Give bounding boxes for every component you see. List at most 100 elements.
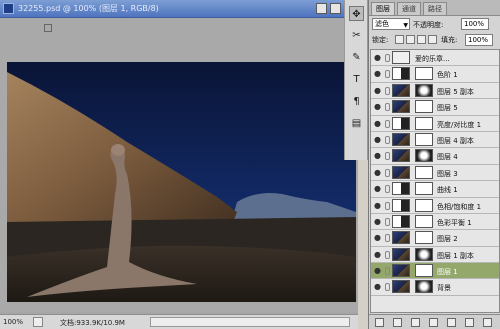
layer-row[interactable]: ● 色相/饱和度 1 [371, 197, 499, 214]
layer-name: 色阶 1 [437, 71, 458, 80]
canvas-area[interactable] [0, 18, 358, 312]
link-layers-icon[interactable] [375, 318, 384, 327]
eye-icon[interactable]: ● [373, 266, 382, 275]
layer-thumbnail[interactable] [392, 132, 410, 146]
type-icon[interactable]: T [349, 72, 364, 87]
layer-row[interactable]: ● 图层 4 [371, 148, 499, 165]
layer-row[interactable]: ● 亮度/对比度 1 [371, 115, 499, 132]
layer-row[interactable]: ● 图层 1 副本 [371, 246, 499, 264]
opacity-input[interactable]: 100% [461, 18, 489, 30]
note-icon[interactable]: ▤ [349, 116, 364, 131]
layer-mask-thumbnail[interactable] [415, 231, 433, 245]
new-group-icon[interactable] [447, 318, 456, 327]
layer-mask-thumbnail[interactable] [415, 280, 433, 294]
delete-layer-icon[interactable] [483, 318, 492, 327]
eye-icon[interactable]: ● [373, 168, 382, 177]
eye-icon[interactable]: ● [373, 217, 382, 226]
eye-icon[interactable]: ● [373, 282, 382, 291]
layer-mask-thumbnail[interactable] [415, 100, 433, 114]
add-mask-icon[interactable] [411, 318, 420, 327]
layer-mask-thumbnail[interactable] [415, 149, 433, 163]
layer-row[interactable]: ● 图层 5 副本 [371, 82, 499, 100]
layer-row[interactable]: ● 图层 5 [371, 99, 499, 116]
lock-transparency-icon[interactable] [395, 35, 404, 44]
layer-thumbnail[interactable] [392, 149, 410, 163]
eye-icon[interactable]: ● [373, 233, 382, 242]
eye-icon[interactable]: ● [373, 135, 382, 144]
brush-icon[interactable]: ✎ [349, 50, 364, 65]
layer-mask-thumbnail[interactable] [415, 83, 433, 97]
layer-thumbnail[interactable] [392, 264, 410, 278]
layer-thumbnail[interactable] [392, 67, 410, 81]
fill-label: 填充: [441, 36, 458, 44]
chain-link-icon [385, 152, 390, 161]
layer-row[interactable]: ● 色彩平衡 1 [371, 213, 499, 231]
scissors-icon[interactable]: ✂ [349, 28, 364, 43]
lock-label: 锁定: [372, 36, 389, 44]
layer-name: 爱的乐章... [415, 55, 450, 63]
layer-row[interactable]: ● 色阶 1 [371, 66, 499, 83]
layer-thumbnail[interactable] [392, 182, 410, 196]
layer-mask-thumbnail[interactable] [415, 67, 433, 81]
lock-row: 锁定: 填充: 100% [369, 34, 500, 48]
photo-canvas[interactable] [7, 62, 356, 302]
layer-thumbnail[interactable] [392, 198, 410, 212]
chain-link-icon [385, 135, 390, 144]
lock-pixels-icon[interactable] [406, 35, 415, 44]
zoom-level[interactable]: 100% [3, 318, 23, 326]
layer-thumbnail[interactable] [392, 231, 410, 245]
eye-icon[interactable]: ● [373, 184, 382, 193]
layer-row[interactable]: ● 图层 4 副本 [371, 131, 499, 149]
path-icon[interactable]: ¶ [349, 94, 364, 109]
eye-icon[interactable]: ● [373, 151, 382, 160]
eye-icon[interactable]: ● [373, 201, 382, 210]
eye-icon[interactable]: ● [373, 53, 382, 62]
layer-row[interactable]: ● 曲线 1 [371, 181, 499, 198]
adjustment-layer-icon[interactable] [429, 318, 438, 327]
blend-mode-select[interactable]: 滤色 ▼ [372, 18, 410, 30]
eye-icon[interactable]: ● [373, 119, 382, 128]
layer-mask-thumbnail[interactable] [415, 116, 433, 130]
layer-thumbnail[interactable] [392, 165, 410, 179]
move-tool-icon[interactable]: ✥ [349, 6, 364, 21]
maximize-button[interactable] [330, 3, 341, 14]
layer-row[interactable]: ● 图层 3 [371, 164, 499, 182]
layer-row[interactable]: ● 图层 1 [371, 263, 499, 280]
layer-mask-thumbnail[interactable] [415, 182, 433, 196]
layer-thumbnail[interactable] [392, 247, 410, 261]
layer-name: 图层 5 副本 [437, 87, 474, 96]
eye-icon[interactable]: ● [373, 69, 382, 78]
layer-thumbnail[interactable] [392, 100, 410, 114]
panel-bottom-bar [369, 314, 500, 329]
layer-thumbnail[interactable] [392, 83, 410, 97]
document-title-bar[interactable]: 32255.psd @ 100% (图层 1, RGB/8) [0, 0, 358, 18]
layer-thumbnail[interactable] [392, 214, 410, 228]
layer-mask-thumbnail[interactable] [415, 214, 433, 228]
layer-row[interactable]: ● 图层 2 [371, 230, 499, 247]
layer-style-icon[interactable] [393, 318, 402, 327]
layer-mask-thumbnail[interactable] [415, 165, 433, 179]
layer-mask-thumbnail[interactable] [415, 198, 433, 212]
eye-icon[interactable]: ● [373, 86, 382, 95]
minimize-button[interactable] [316, 3, 327, 14]
tab-paths[interactable]: 路径 [423, 2, 447, 15]
fill-input[interactable]: 100% [465, 34, 493, 46]
horizontal-scrollbar[interactable] [150, 317, 350, 327]
zoom-menu-button[interactable] [33, 317, 43, 327]
layer-thumbnail[interactable] [392, 51, 410, 64]
layer-mask-thumbnail[interactable] [415, 247, 433, 261]
layer-mask-thumbnail[interactable] [415, 132, 433, 146]
tab-layers[interactable]: 图层 [371, 2, 395, 15]
eye-icon[interactable]: ● [373, 250, 382, 259]
tab-channels[interactable]: 通道 [397, 2, 421, 15]
photo-image [7, 62, 356, 302]
lock-all-icon[interactable] [428, 35, 437, 44]
lock-position-icon[interactable] [417, 35, 426, 44]
new-layer-icon[interactable] [465, 318, 474, 327]
eye-icon[interactable]: ● [373, 102, 382, 111]
layer-mask-thumbnail[interactable] [415, 264, 433, 278]
layer-row[interactable]: ● 背景 [371, 279, 499, 296]
layer-thumbnail[interactable] [392, 116, 410, 130]
layer-thumbnail[interactable] [392, 280, 410, 294]
layer-row[interactable]: ● 爱的乐章... [371, 50, 499, 67]
